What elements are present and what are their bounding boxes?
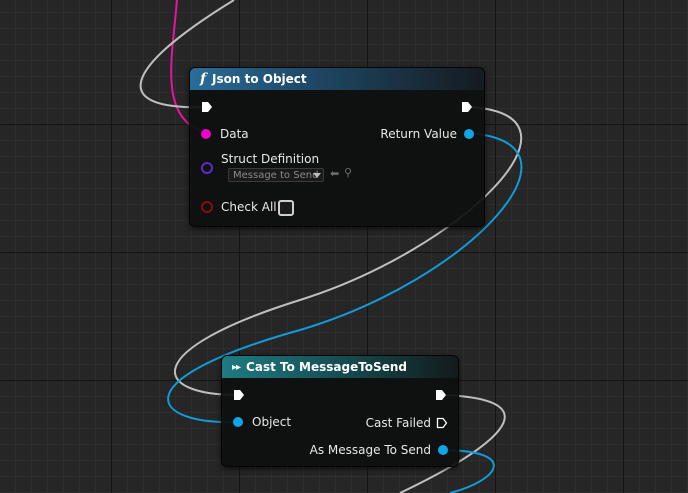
struct-definition-pin-row[interactable] [201,159,213,177]
cast-exec-in-pin-icon[interactable] [233,389,245,401]
data-pin-label: Data [220,127,249,141]
cast-exec-out-pin-icon[interactable] [435,389,447,401]
function-icon: f [200,71,207,87]
json-to-object-title: Json to Object [212,72,307,86]
blueprint-graph-canvas[interactable]: f Json to Object Data Return Value Struc… [0,0,688,493]
json-to-object-node[interactable]: f Json to Object Data Return Value Struc… [189,67,485,227]
data-pin-row[interactable]: Data [201,125,249,143]
cast-to-message-header[interactable]: ▸▸ Cast To MessageToSend [222,356,458,378]
cast-failed-exec-pin-icon[interactable] [436,417,448,429]
as-message-label: As Message To Send [309,443,431,457]
object-pin-label: Object [252,415,292,429]
check-all-pin-row[interactable]: Check All [201,198,277,216]
check-all-checkbox[interactable] [278,200,294,216]
struct-definition-label: Struct Definition [221,152,320,166]
object-pin-row[interactable]: Object [233,413,291,431]
json-to-object-header[interactable]: f Json to Object [190,68,484,90]
exec-out-pin-icon[interactable] [461,101,473,113]
struct-pin-icon[interactable] [201,162,213,174]
chevron-down-icon [313,173,321,178]
object-pin-icon[interactable] [464,129,474,139]
return-value-pin-row[interactable]: Return Value [380,125,474,143]
cast-to-message-node[interactable]: ▸▸ Cast To MessageToSend Object Cast Fai… [221,355,459,467]
struct-definition-dropdown[interactable]: Message to Send [228,168,324,182]
struct-definition-value: Message to Send [233,169,319,181]
use-selected-arrow-icon[interactable]: ⬅ [330,167,339,180]
return-value-pin-label: Return Value [380,127,457,141]
bool-pin-icon[interactable] [201,201,213,213]
string-pin-icon[interactable] [201,129,211,139]
browse-magnifier-icon[interactable]: ⚲ [344,166,352,179]
as-message-object-pin-icon[interactable] [438,445,448,455]
exec-in-pin-icon[interactable] [201,101,213,113]
as-message-pin-row[interactable]: As Message To Send [310,441,448,459]
cast-failed-pin-row[interactable]: Cast Failed [366,414,448,432]
cast-to-message-title: Cast To MessageToSend [246,360,407,374]
check-all-label: Check All [221,200,277,214]
cast-icon: ▸▸ [232,361,241,373]
cast-failed-label: Cast Failed [365,416,431,430]
object-input-pin-icon[interactable] [233,417,243,427]
